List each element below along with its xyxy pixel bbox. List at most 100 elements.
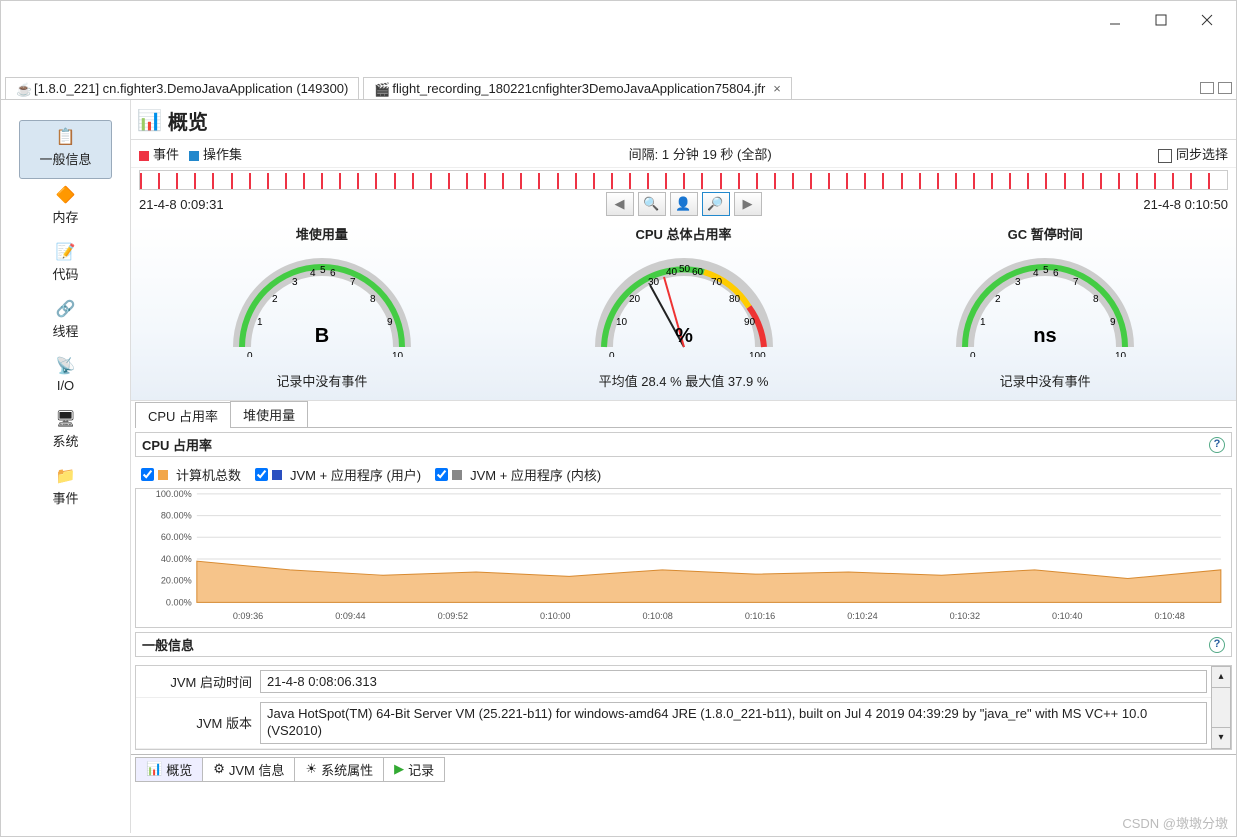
page-title: 概览 xyxy=(168,106,208,135)
editor-tabs: ☕ [1.8.0_221] cn.fighter3.DemoJavaApplic… xyxy=(1,77,1236,100)
legend-jvm-kernel[interactable]: JVM + 应用程序 (内核) xyxy=(435,465,601,484)
tab-main-process[interactable]: ☕ [1.8.0_221] cn.fighter3.DemoJavaApplic… xyxy=(5,77,359,99)
system-icon: 🖥 xyxy=(55,409,75,429)
legend-total[interactable]: 计算机总数 xyxy=(141,465,241,484)
sidebar-item-events[interactable]: 📁 事件 xyxy=(1,460,130,517)
bottom-tab-jvm-info[interactable]: ⚙JVM 信息 xyxy=(202,757,295,782)
sidebar-item-threads[interactable]: 🔗 线程 xyxy=(1,293,130,350)
help-icon[interactable]: ? xyxy=(1209,637,1225,653)
svg-text:%: % xyxy=(675,325,693,347)
cpu-usage-chart: 100.00%80.00%60.00%40.00%20.00%0.00%0:09… xyxy=(135,488,1232,628)
interval-label: 间隔: 1 分钟 19 秒 (全部) xyxy=(252,144,1148,163)
jvm-start-value[interactable]: 21-4-8 0:08:06.313 xyxy=(260,670,1207,693)
table-row: JVM 版本 Java HotSpot(TM) 64-Bit Server VM… xyxy=(136,698,1211,749)
tab-label: flight_recording_180221cnfighter3DemoJav… xyxy=(392,81,765,96)
tab-flight-recording[interactable]: 🎬 flight_recording_180221cnfighter3DemoJ… xyxy=(363,77,792,99)
sidebar-item-general[interactable]: 📋 一般信息 xyxy=(19,120,112,179)
bottom-tabs: 📊概览 ⚙JVM 信息 ☀系统属性 ▶记录 xyxy=(131,754,1236,784)
nav-next-button[interactable]: ▶ xyxy=(734,192,762,216)
scroll-down-button[interactable]: ▾ xyxy=(1211,727,1231,749)
help-icon[interactable]: ? xyxy=(1209,437,1225,453)
general-icon: 📋 xyxy=(56,127,76,147)
bottom-tab-record[interactable]: ▶记录 xyxy=(383,757,445,782)
general-section-header: 一般信息 ? xyxy=(135,632,1232,657)
close-button[interactable] xyxy=(1184,5,1230,35)
scroll-up-button[interactable]: ▴ xyxy=(1211,666,1231,688)
svg-text:9: 9 xyxy=(387,317,393,328)
svg-text:9: 9 xyxy=(1110,317,1116,328)
svg-text:20: 20 xyxy=(629,294,641,305)
svg-text:7: 7 xyxy=(1073,277,1079,288)
legend-event: 事件 xyxy=(153,147,179,162)
zoom-fit-button[interactable]: 👤 xyxy=(670,192,698,216)
sidebar-item-memory[interactable]: 🔶 内存 xyxy=(1,179,130,236)
gauge-cpu: CPU 总体占用率 % 0100 1090 2080 3070 4060 xyxy=(503,224,865,394)
svg-text:6: 6 xyxy=(1053,268,1059,279)
maximize-view-icon[interactable] xyxy=(1218,82,1232,94)
bottom-tab-overview[interactable]: 📊概览 xyxy=(135,757,203,782)
svg-text:100: 100 xyxy=(749,351,766,357)
svg-text:0:10:08: 0:10:08 xyxy=(642,611,672,621)
svg-text:1: 1 xyxy=(980,317,986,328)
chart-legend: 计算机总数 JVM + 应用程序 (用户) JVM + 应用程序 (内核) xyxy=(131,461,1236,488)
svg-text:0:09:52: 0:09:52 xyxy=(438,611,468,621)
svg-text:0.00%: 0.00% xyxy=(166,597,192,607)
watermark: CSDN @墩墩分墩 xyxy=(1122,813,1228,832)
sidebar-item-io[interactable]: 📡 I/O xyxy=(1,350,130,403)
sidebar-item-system[interactable]: 🖥 系统 xyxy=(1,403,130,460)
page-title-row: 📊 概览 xyxy=(131,100,1236,140)
sidebar-item-label: 系统 xyxy=(52,431,78,450)
chart-tabs: CPU 占用率 堆使用量 xyxy=(135,401,1232,428)
jvm-icon: ⚙ xyxy=(213,761,225,777)
svg-text:0:10:48: 0:10:48 xyxy=(1154,611,1184,621)
minimize-button[interactable] xyxy=(1092,5,1138,35)
gauge-heap: 堆使用量 B 010 19 28 37 46 5 记录中没有事件 xyxy=(141,224,503,394)
svg-text:0:10:24: 0:10:24 xyxy=(847,611,877,621)
minimize-view-icon[interactable] xyxy=(1200,82,1214,94)
maximize-button[interactable] xyxy=(1138,5,1184,35)
tab-heap-usage[interactable]: 堆使用量 xyxy=(230,401,308,427)
threads-icon: 🔗 xyxy=(56,299,76,319)
record-icon: ▶ xyxy=(394,761,404,777)
jvm-version-value[interactable]: Java HotSpot(TM) 64-Bit Server VM (25.22… xyxy=(260,702,1207,744)
bottom-tab-sys-props[interactable]: ☀系统属性 xyxy=(294,757,384,782)
scrollbar-track[interactable] xyxy=(1211,688,1231,727)
overview-icon: 📊 xyxy=(146,761,162,777)
timeline-legend: 事件 操作集 间隔: 1 分钟 19 秒 (全部) 同步选择 xyxy=(131,140,1236,168)
svg-text:0:10:00: 0:10:00 xyxy=(540,611,570,621)
toolbar-spacer xyxy=(1,39,1236,77)
svg-text:10: 10 xyxy=(616,317,628,328)
timeline-ruler[interactable] xyxy=(139,170,1228,190)
svg-text:8: 8 xyxy=(370,294,376,305)
svg-text:0: 0 xyxy=(609,351,615,357)
svg-text:ns: ns xyxy=(1034,325,1057,347)
svg-text:5: 5 xyxy=(1043,265,1049,276)
tab-label: [1.8.0_221] cn.fighter3.DemoJavaApplicat… xyxy=(34,81,348,96)
svg-text:30: 30 xyxy=(648,277,660,288)
sync-checkbox[interactable]: 同步选择 xyxy=(1158,144,1228,163)
sidebar-item-code[interactable]: 📝 代码 xyxy=(1,236,130,293)
svg-text:0: 0 xyxy=(247,351,253,357)
zoom-in-button[interactable]: 🔎 xyxy=(702,192,730,216)
table-row: JVM 启动时间 21-4-8 0:08:06.313 xyxy=(136,666,1211,698)
code-icon: 📝 xyxy=(56,242,76,262)
tab-close-icon[interactable]: × xyxy=(773,81,781,96)
svg-text:0:10:16: 0:10:16 xyxy=(745,611,775,621)
chart-section-header: CPU 占用率 ? xyxy=(135,432,1232,457)
svg-text:10: 10 xyxy=(392,351,404,357)
sidebar-item-label: 代码 xyxy=(52,264,78,283)
nav-prev-button[interactable]: ◀ xyxy=(606,192,634,216)
svg-text:80.00%: 80.00% xyxy=(161,511,192,521)
legend-jvm-user[interactable]: JVM + 应用程序 (用户) xyxy=(255,465,421,484)
svg-text:70: 70 xyxy=(711,277,723,288)
svg-text:1: 1 xyxy=(257,317,263,328)
legend-ops: 操作集 xyxy=(203,147,242,162)
svg-text:80: 80 xyxy=(729,294,741,305)
svg-text:90: 90 xyxy=(744,317,756,328)
svg-text:2: 2 xyxy=(272,294,278,305)
svg-text:7: 7 xyxy=(350,277,356,288)
zoom-out-button[interactable]: 🔍 xyxy=(638,192,666,216)
sidebar-item-label: 事件 xyxy=(52,488,78,507)
svg-text:0:09:44: 0:09:44 xyxy=(335,611,365,621)
tab-cpu-usage[interactable]: CPU 占用率 xyxy=(135,402,231,428)
